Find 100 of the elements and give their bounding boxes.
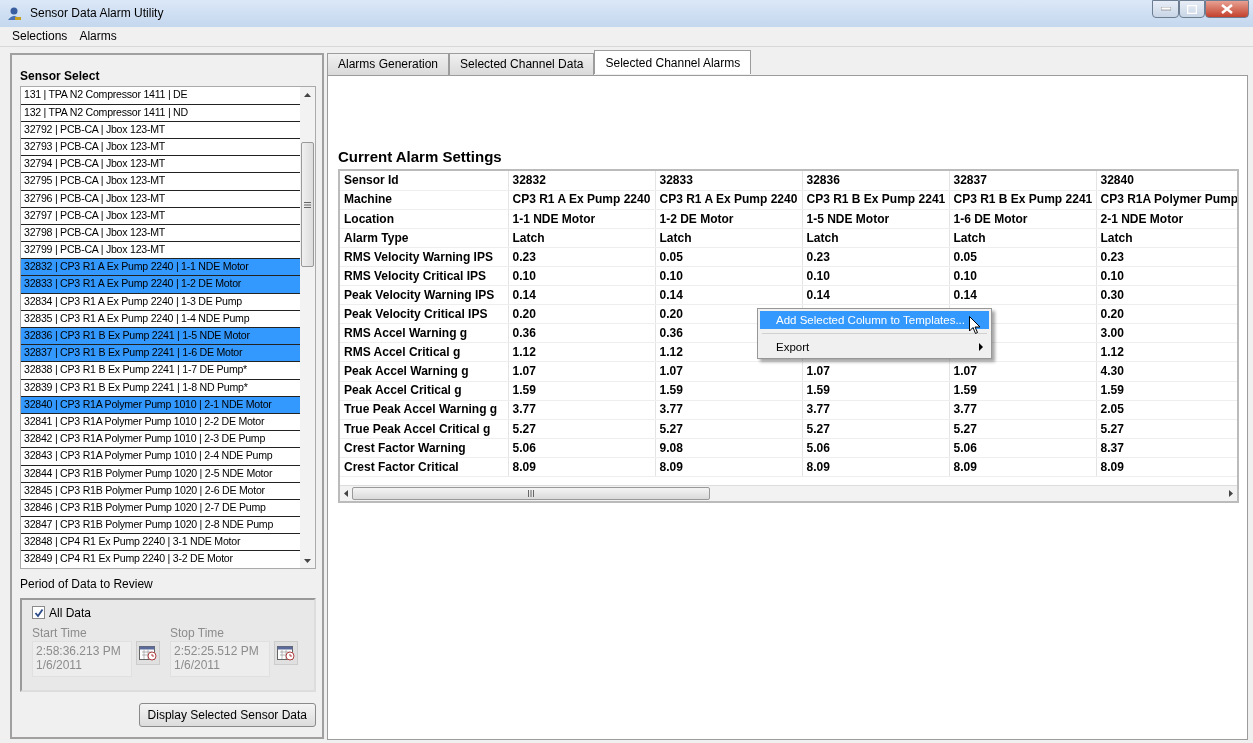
table-cell: 8.09 xyxy=(1096,457,1237,477)
row-label: True Peak Accel Warning g xyxy=(340,400,508,420)
maximize-button[interactable] xyxy=(1179,0,1205,18)
table-cell: Latch xyxy=(655,228,802,248)
tab[interactable]: Selected Channel Data xyxy=(449,53,595,75)
horizontal-scrollbar[interactable] xyxy=(340,485,1237,501)
table-cell: 32836 xyxy=(802,171,949,191)
row-label: Peak Accel Critical g xyxy=(340,381,508,401)
row-label: Location xyxy=(340,209,508,229)
scroll-down-icon[interactable] xyxy=(304,558,311,563)
table-cell: 1-5 NDE Motor xyxy=(802,209,949,229)
table-cell: 5.27 xyxy=(802,419,949,439)
sensor-list-item[interactable]: 32847 | CP3 R1B Polymer Pump 1020 | 2-8 NDE Pump xyxy=(21,517,300,535)
vertical-scrollbar[interactable] xyxy=(300,87,315,569)
sensor-list-item[interactable]: 32792 | PCB-CA | Jbox 123-MT xyxy=(21,121,300,139)
field-label: Stop Time xyxy=(170,626,226,641)
sensor-list-item[interactable]: 32842 | CP3 R1A Polymer Pump 1010 | 2-3 DE Pump xyxy=(21,431,300,449)
sensor-list-item[interactable]: 32843 | CP3 R1A Polymer Pump 1010 | 2-4 NDE Pump xyxy=(21,448,300,466)
table-cell: 1.59 xyxy=(508,381,655,401)
scroll-thumb[interactable] xyxy=(352,487,710,500)
sensor-list-item[interactable]: 32794 | PCB-CA | Jbox 123-MT xyxy=(21,156,300,174)
table-cell: 5.27 xyxy=(1096,419,1237,439)
table-cell: 0.14 xyxy=(508,285,655,305)
sensor-list-item[interactable]: 32839 | CP3 R1 B Ex Pump 2241 | 1-8 ND Pump* xyxy=(21,379,300,397)
table-cell: 5.27 xyxy=(655,419,802,439)
tab[interactable]: Alarms Generation xyxy=(327,53,450,75)
window-title: Sensor Data Alarm Utility xyxy=(30,6,164,21)
table-cell: 1.59 xyxy=(1096,381,1237,401)
row-label: True Peak Accel Critical g xyxy=(340,419,508,439)
table-cell: 0.14 xyxy=(655,285,802,305)
sensor-list-item[interactable]: 131 | TPA N2 Compressor 1411 | DE xyxy=(21,87,300,105)
row-label: Crest Factor Warning xyxy=(340,438,508,458)
close-button[interactable] xyxy=(1205,0,1249,18)
maximize-icon xyxy=(1187,4,1197,14)
table-cell: 3.77 xyxy=(802,400,949,420)
minimize-icon xyxy=(1160,7,1171,11)
sensor-list-item[interactable]: 32796 | PCB-CA | Jbox 123-MT xyxy=(21,190,300,208)
minimize-button[interactable] xyxy=(1152,0,1179,18)
table-cell: 3.77 xyxy=(949,400,1096,420)
table-cell: 5.27 xyxy=(949,419,1096,439)
submenu-arrow-icon xyxy=(979,343,983,351)
table-cell: 8.09 xyxy=(508,457,655,477)
table-cell: Latch xyxy=(1096,228,1237,248)
table-cell: 0.10 xyxy=(949,266,1096,286)
sensor-list-item[interactable]: 32833 | CP3 R1 A Ex Pump 2240 | 1-2 DE Motor xyxy=(21,276,300,294)
row-label: Alarm Type xyxy=(340,228,508,248)
table-cell: 8.09 xyxy=(655,457,802,477)
row-label: RMS Velocity Critical IPS xyxy=(340,266,508,286)
scroll-right-icon[interactable] xyxy=(1229,490,1233,497)
table-cell: 1.12 xyxy=(1096,342,1237,362)
table-cell: 1.07 xyxy=(802,361,949,382)
sensor-list-item[interactable]: 32798 | PCB-CA | Jbox 123-MT xyxy=(21,224,300,243)
table-cell: CP3 R1 A Ex Pump 2240 xyxy=(508,190,655,210)
sensor-list-item[interactable]: 32832 | CP3 R1 A Ex Pump 2240 | 1-1 NDE Motor xyxy=(21,259,300,277)
calendar-button[interactable] xyxy=(274,640,298,665)
sensor-list-item[interactable]: 32793 | PCB-CA | Jbox 123-MT xyxy=(21,138,300,157)
sensor-list-item[interactable]: 32797 | PCB-CA | Jbox 123-MT xyxy=(21,207,300,225)
sensor-list-item[interactable]: 32836 | CP3 R1 B Ex Pump 2241 | 1-5 NDE Motor xyxy=(21,328,300,346)
row-label: Peak Velocity Warning IPS xyxy=(340,285,508,305)
row-label: RMS Accel Critical g xyxy=(340,342,508,362)
table-cell: 0.05 xyxy=(949,247,1096,267)
sensor-list-item[interactable]: 132 | TPA N2 Compressor 1411 | ND xyxy=(21,104,300,122)
table-cell: 0.14 xyxy=(802,285,949,305)
scroll-up-icon[interactable] xyxy=(304,92,311,97)
table-cell: 0.23 xyxy=(802,247,949,267)
section-heading: Sensor Select xyxy=(20,69,101,84)
row-label: Peak Velocity Critical IPS xyxy=(340,304,508,324)
menu-item[interactable]: Alarms xyxy=(73,29,123,44)
sensor-list-item[interactable]: 32838 | CP3 R1 B Ex Pump 2241 | 1-7 DE Pump* xyxy=(21,362,300,380)
table-cell: 1-2 DE Motor xyxy=(655,209,802,229)
table-cell: 0.30 xyxy=(1096,285,1237,305)
sensor-list-item[interactable]: 32848 | CP4 R1 Ex Pump 2240 | 3-1 NDE Motor xyxy=(21,534,300,552)
table-cell: 1.59 xyxy=(802,381,949,401)
scroll-thumb[interactable] xyxy=(301,142,314,268)
sensor-list-item[interactable]: 32844 | CP3 R1B Polymer Pump 1020 | 2-5 NDE Motor xyxy=(21,465,300,483)
sensor-list-item[interactable]: 32841 | CP3 R1A Polymer Pump 1010 | 2-2 DE Motor xyxy=(21,413,300,432)
table-cell: CP3 R1A Polymer Pump xyxy=(1096,190,1237,210)
table-cell: 0.20 xyxy=(508,304,655,324)
row-label: Crest Factor Critical xyxy=(340,457,508,477)
display-data-button[interactable]: Display Selected Sensor Data xyxy=(138,702,316,727)
sensor-list-item[interactable]: 32834 | CP3 R1 A Ex Pump 2240 | 1-3 DE Pump xyxy=(21,293,300,311)
sensor-list-item[interactable]: 32845 | CP3 R1B Polymer Pump 1020 | 2-6 DE Motor xyxy=(21,482,300,500)
table-cell: CP3 R1 A Ex Pump 2240 xyxy=(655,190,802,210)
table-cell: 1.59 xyxy=(655,381,802,401)
table-cell: 9.08 xyxy=(655,438,802,458)
checkbox[interactable] xyxy=(32,606,45,620)
menu-item[interactable]: Selections xyxy=(6,29,74,44)
scroll-left-icon[interactable] xyxy=(344,490,348,497)
table-cell: CP3 R1 B Ex Pump 2241 xyxy=(802,190,949,210)
tab[interactable]: Selected Channel Alarms xyxy=(594,50,752,74)
close-icon xyxy=(1221,4,1233,14)
table-cell: 1-6 DE Motor xyxy=(949,209,1096,229)
sensor-list-item[interactable]: 32846 | CP3 R1B Polymer Pump 1020 | 2-7 DE Pump xyxy=(21,499,300,518)
table-cell: 32840 xyxy=(1096,171,1237,191)
table-cell: 1.59 xyxy=(949,381,1096,401)
sensor-list-item[interactable]: 32795 | PCB-CA | Jbox 123-MT xyxy=(21,173,300,191)
row-label: Peak Accel Warning g xyxy=(340,361,508,382)
calendar-button[interactable] xyxy=(136,640,160,665)
table-cell: 0.10 xyxy=(655,266,802,286)
sensor-list-item[interactable]: 32837 | CP3 R1 B Ex Pump 2241 | 1-6 DE Motor xyxy=(21,345,300,363)
